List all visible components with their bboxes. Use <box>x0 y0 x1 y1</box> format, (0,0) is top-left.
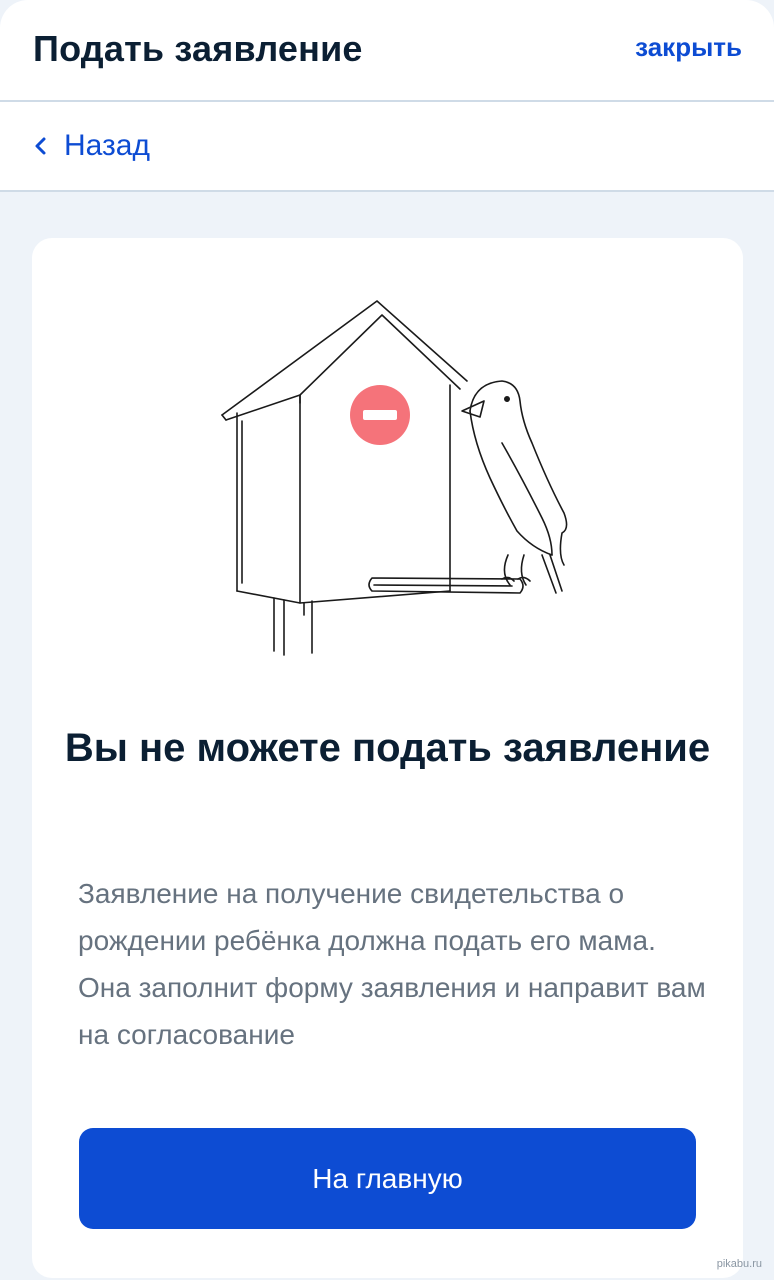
home-button[interactable]: На главную <box>79 1128 696 1229</box>
chevron-left-icon <box>35 137 46 155</box>
page-title: Подать заявление <box>33 28 363 69</box>
birdhouse-illustration <box>221 300 568 656</box>
close-button[interactable]: закрыть <box>635 32 742 63</box>
app-header: Подать заявление закрыть <box>0 0 774 102</box>
back-label: Назад <box>64 129 150 162</box>
error-description: Заявление на получение свидетельства о р… <box>78 878 706 1050</box>
error-card: Вы не можете подать заявление Заявление … <box>32 238 743 1278</box>
watermark: pikabu.ru <box>716 1258 762 1270</box>
error-heading: Вы не можете подать заявление <box>64 726 711 770</box>
back-bar: Назад <box>0 102 774 192</box>
back-button[interactable]: Назад <box>30 126 150 166</box>
